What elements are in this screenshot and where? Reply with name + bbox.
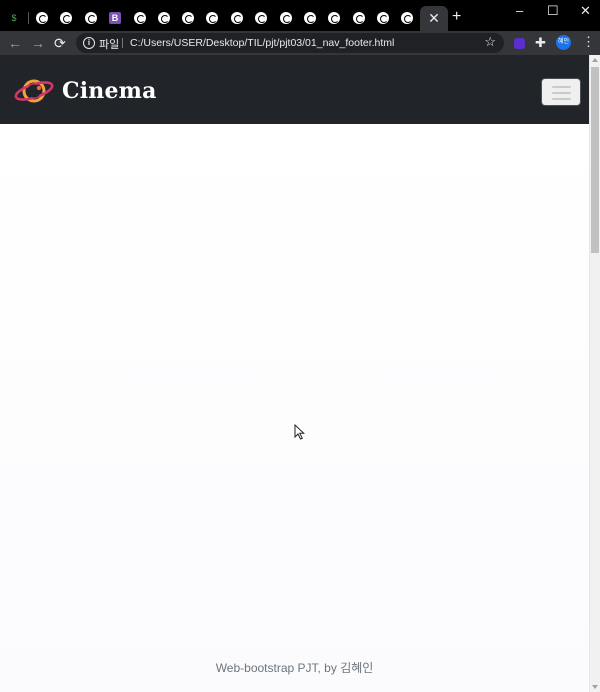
scrollbar-thumb[interactable] [591, 67, 599, 253]
globe-icon [231, 12, 243, 24]
tab-8[interactable] [176, 6, 200, 30]
tab-16[interactable] [371, 6, 395, 30]
profile-avatar[interactable]: 혜인 [556, 35, 571, 50]
planet-logo-icon [14, 79, 54, 103]
scheme-label: 파일 [99, 39, 120, 51]
globe-icon [255, 12, 267, 24]
tab-12[interactable] [274, 6, 298, 30]
address-bar[interactable]: i 파일 C:/Users/USER/Desktop/TIL/pjt/pjt03… [76, 33, 504, 53]
tab-4[interactable] [79, 6, 103, 30]
close-icon[interactable]: ✕ [428, 10, 440, 27]
tab-17[interactable] [395, 6, 419, 30]
scroll-down-arrow-icon[interactable] [592, 685, 598, 689]
globe-icon [85, 12, 97, 24]
mouse-cursor-icon [294, 424, 305, 440]
main-content [0, 124, 589, 692]
forward-button[interactable]: → [31, 34, 45, 52]
globe-icon [134, 12, 146, 24]
info-icon[interactable]: i [83, 37, 95, 49]
tab-10[interactable] [225, 6, 249, 30]
puzzle-icon[interactable]: ✚ [535, 35, 546, 51]
reload-button[interactable]: ⟳ [54, 34, 66, 52]
scroll-up-arrow-icon[interactable] [592, 58, 598, 62]
page-footer: Web-bootstrap PJT, by 김혜인 [215, 661, 374, 675]
navbar-brand[interactable]: Cinema [14, 75, 157, 107]
browser-menu-icon[interactable]: ⋮ [582, 34, 595, 50]
globe-icon [353, 12, 365, 24]
page-viewport: Cinema Web-bootstrap PJT, by 김혜인 [0, 55, 600, 692]
tab-1[interactable]: $ [2, 6, 26, 30]
url-text[interactable]: C:/Users/USER/Desktop/TIL/pjt/pjt03/01_n… [130, 37, 394, 49]
browser-tab-strip: $ B ✕ + – ☐ ✕ [0, 0, 600, 31]
tab-11[interactable] [249, 6, 273, 30]
globe-icon [401, 12, 413, 24]
tab-13[interactable] [298, 6, 322, 30]
globe-icon [328, 12, 340, 24]
tab-2[interactable] [30, 6, 54, 30]
globe-icon [377, 12, 389, 24]
bookmark-star-icon[interactable]: ☆ [484, 34, 496, 50]
hamburger-line [552, 92, 571, 94]
window-close-button[interactable]: ✕ [580, 3, 591, 19]
maximize-button[interactable]: ☐ [547, 3, 559, 19]
tab-separator [28, 12, 29, 24]
globe-icon [206, 12, 218, 24]
navbar: Cinema [0, 55, 589, 124]
minimize-button[interactable]: – [516, 3, 523, 18]
tab-15[interactable] [347, 6, 371, 30]
active-tab-close-button[interactable]: ✕ [420, 6, 448, 31]
page-scrollbar[interactable] [589, 55, 600, 692]
new-tab-button[interactable]: + [452, 9, 461, 25]
back-button[interactable]: ← [8, 34, 22, 52]
tab-9[interactable] [200, 6, 224, 30]
dollar-icon: $ [11, 13, 17, 23]
extension-icon[interactable] [514, 38, 525, 49]
hamburger-line [552, 98, 571, 100]
globe-icon [60, 12, 72, 24]
globe-icon [182, 12, 194, 24]
tab-5[interactable]: B [103, 6, 127, 30]
globe-icon [304, 12, 316, 24]
globe-icon [36, 12, 48, 24]
brand-name: Cinema [62, 78, 157, 104]
tab-14[interactable] [322, 6, 346, 30]
tab-6[interactable] [128, 6, 152, 30]
tab-7[interactable] [152, 6, 176, 30]
tab-3[interactable] [54, 6, 78, 30]
globe-icon [280, 12, 292, 24]
navbar-toggler-button[interactable] [541, 78, 581, 106]
globe-icon [158, 12, 170, 24]
hamburger-line [552, 86, 571, 88]
omnibox-divider [122, 38, 123, 48]
browser-toolbar: ← → ⟳ i 파일 C:/Users/USER/Desktop/TIL/pjt… [0, 31, 600, 55]
bootstrap-icon: B [109, 12, 121, 24]
